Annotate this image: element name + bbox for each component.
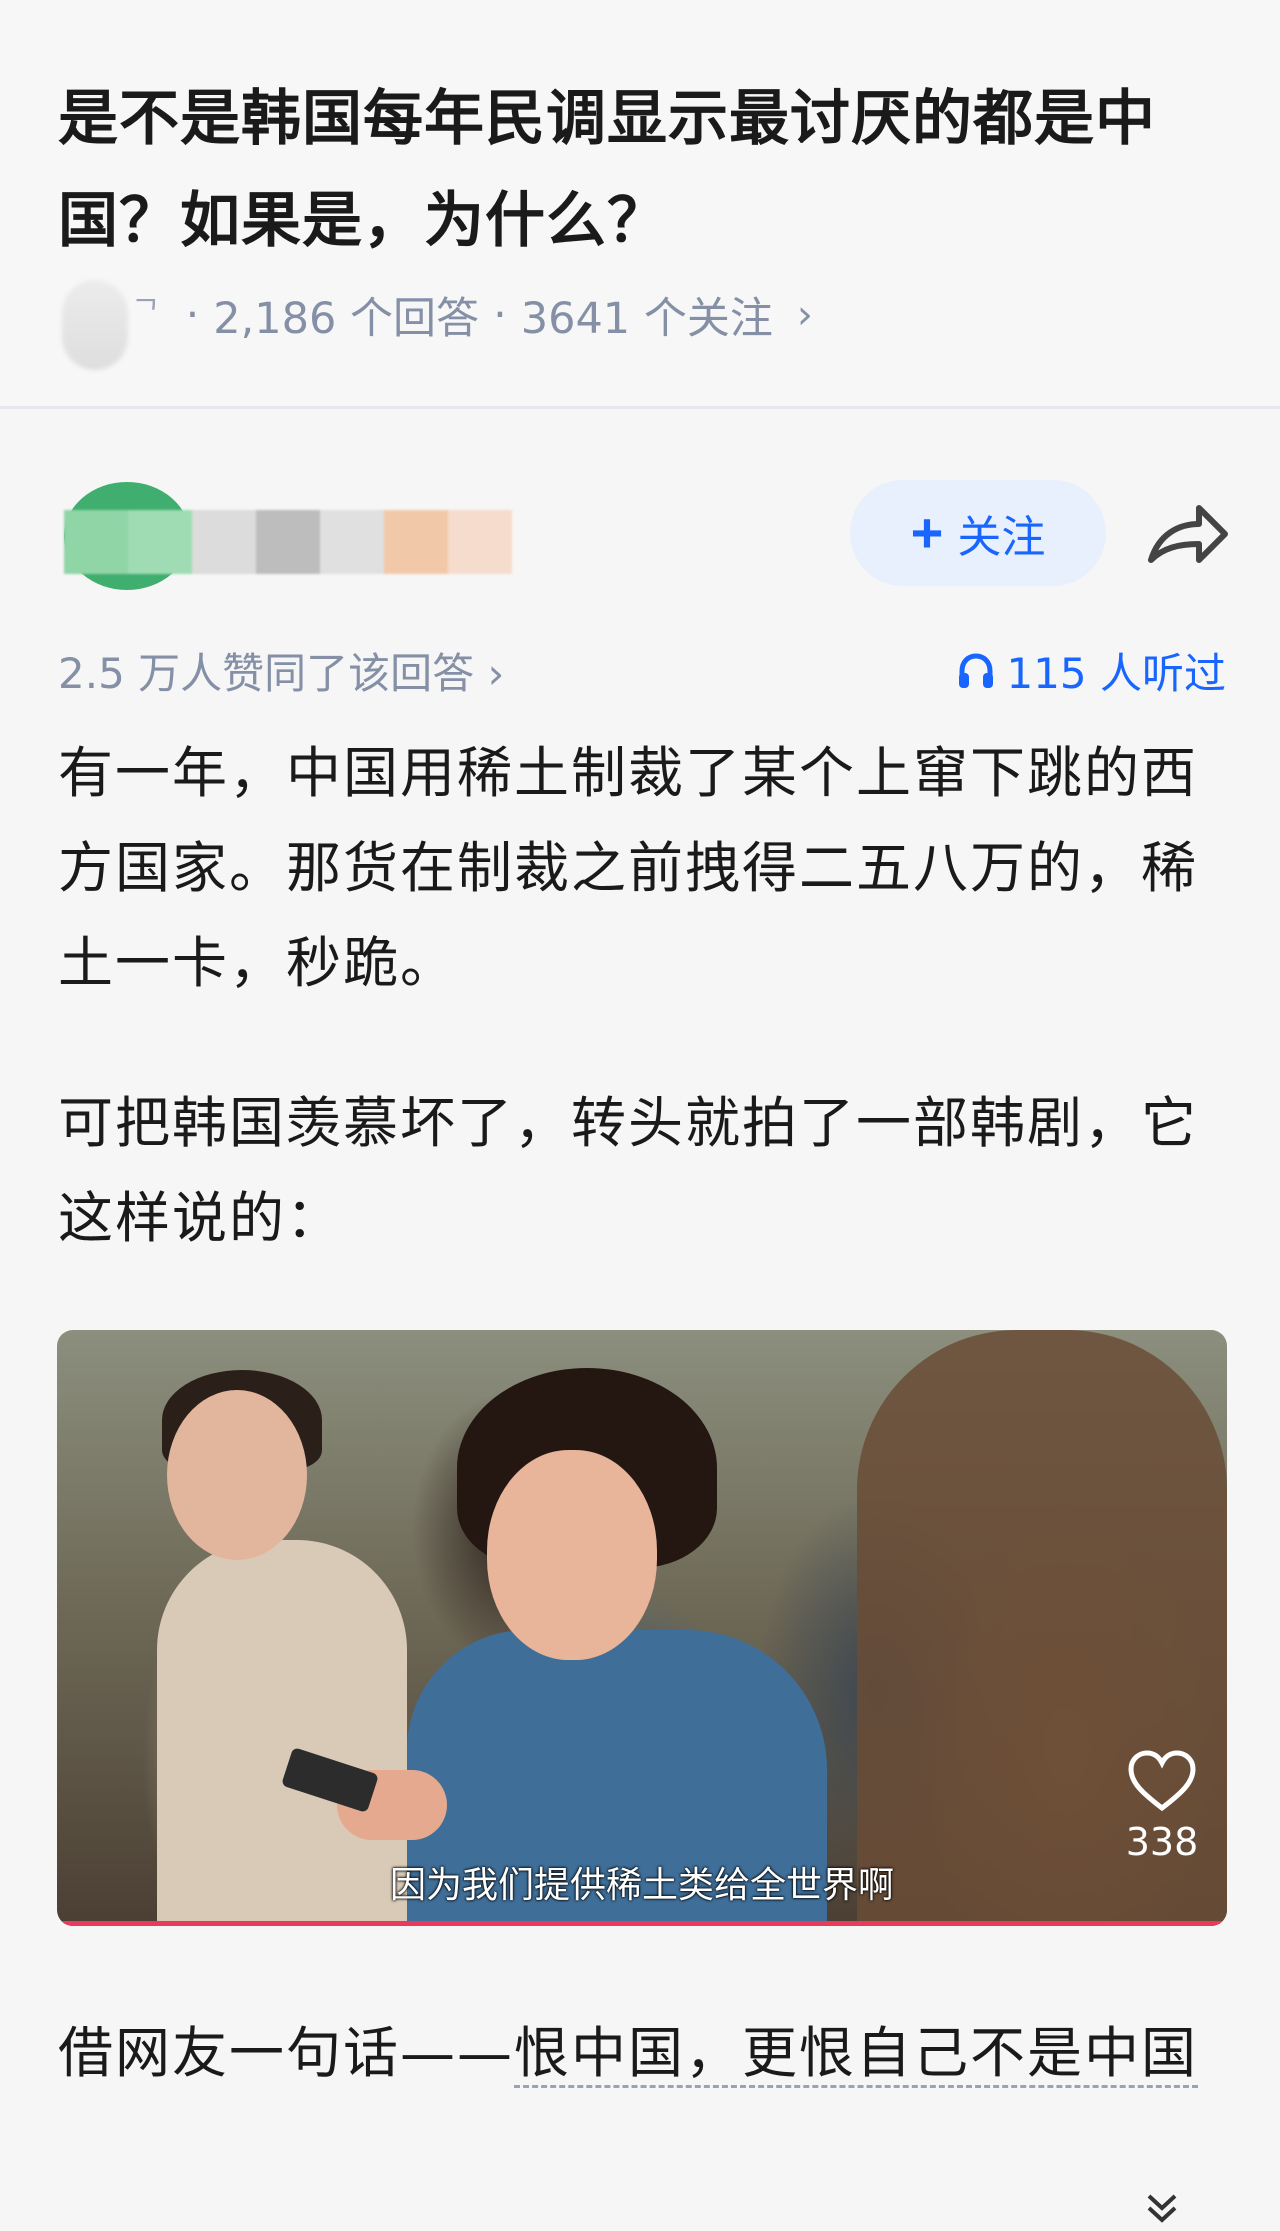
like-button[interactable]: 338	[1107, 1750, 1217, 1864]
name-blur-block	[384, 510, 448, 574]
name-blur-block	[448, 510, 512, 574]
question-title[interactable]: 是不是韩国每年民调显示最讨厌的都是中国？如果是，为什么？	[58, 68, 1228, 272]
answer-count: 2,186 个回答	[213, 294, 480, 344]
question-meta[interactable]: ᄀ · 2,186 个回答 · 3641 个关注 ›	[62, 280, 813, 370]
like-count: 338	[1125, 1820, 1199, 1864]
answer-paragraph: 有一年，中国用稀土制裁了某个上窜下跳的西方国家。那货在制裁之前拽得二五八万的，稀…	[58, 741, 1199, 995]
follow-label: 关注	[957, 513, 1046, 562]
answer-paragraph: 借网友一句话——恨中国，更恨自己不是中国	[58, 2006, 1238, 2101]
section-divider	[0, 406, 1280, 409]
name-blur-block	[64, 510, 128, 574]
follower-count: 3641 个关注	[520, 294, 773, 344]
heart-icon	[1128, 1750, 1196, 1812]
video-progress	[57, 1921, 1227, 1926]
follow-button[interactable]: + 关注	[850, 480, 1106, 586]
share-icon[interactable]	[1145, 500, 1229, 572]
name-blur-block	[192, 510, 256, 574]
name-blur-block	[320, 510, 384, 574]
chevron-right-icon: ›	[796, 292, 813, 338]
scene-figure	[487, 1450, 657, 1660]
meta-separator: ·	[493, 290, 507, 340]
question-header: 是不是韩国每年民调显示最讨厌的都是中国？如果是，为什么？ ᄀ · 2,186 个…	[0, 0, 1280, 408]
meta-separator: ·	[185, 290, 200, 340]
asker-name-fragment: ᄀ	[132, 295, 160, 330]
plus-icon: +	[910, 501, 944, 564]
highlighted-quote[interactable]: 恨中国，更恨自己不是中国	[514, 2021, 1199, 2088]
asker-avatar	[62, 280, 128, 370]
quote-prefix: 借网友一句话——	[58, 2021, 515, 2085]
listen-label: 115 人听过	[1006, 649, 1226, 698]
name-blur-block	[128, 510, 192, 574]
vote-count[interactable]: 2.5 万人赞同了该回答 ›	[58, 640, 504, 701]
video-player[interactable]: 因为我们提供稀土类给全世界啊 338	[57, 1330, 1227, 1926]
answer-paragraph: 可把韩国羡慕坏了，转头就拍了一部韩剧，它这样说的：	[58, 1091, 1199, 1250]
video-subtitle: 因为我们提供稀土类给全世界啊	[389, 1865, 894, 1906]
chevron-down-icon[interactable]	[1145, 2190, 1179, 2224]
author-name[interactable]	[64, 510, 512, 574]
answer-author-row: + 关注	[0, 470, 1280, 600]
listen-count[interactable]: 115 人听过	[956, 640, 1226, 701]
headphones-icon	[959, 652, 994, 688]
scene-figure	[167, 1390, 307, 1560]
name-blur-block	[256, 510, 320, 574]
